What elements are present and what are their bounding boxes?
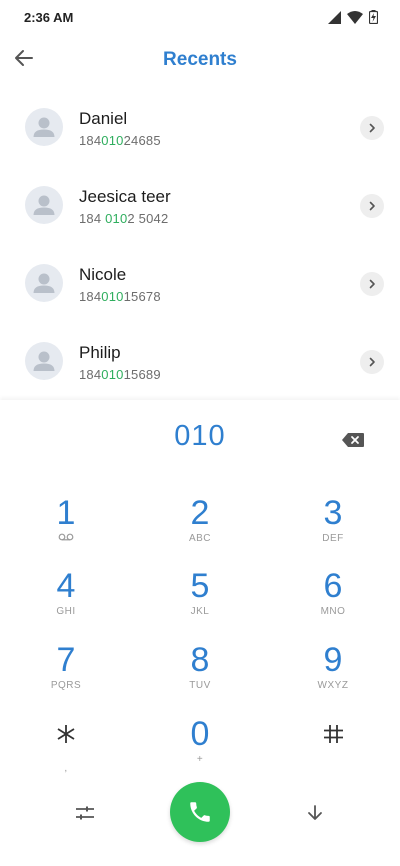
key-letters: WXYZ [317, 680, 349, 691]
contact-detail-button[interactable] [360, 272, 384, 296]
contact-number: 18401024685 [79, 133, 161, 148]
key-letters: + [196, 754, 204, 765]
number-match-highlight: 010 [101, 367, 124, 382]
contact-number: 18401015689 [79, 367, 161, 382]
number-match-highlight: 010 [101, 133, 124, 148]
person-icon [33, 117, 55, 137]
dialpad-key-9[interactable]: 9 WXYZ [283, 642, 383, 708]
contact-detail-button[interactable] [360, 194, 384, 218]
key-letters: TUV [189, 680, 211, 691]
dialpad-key-hash[interactable] [283, 716, 383, 782]
key-letters: PQRS [50, 680, 82, 691]
star-symbol [16, 716, 116, 761]
chevron-right-icon [369, 201, 375, 211]
number-match-highlight: 010 [101, 289, 124, 304]
avatar [25, 108, 63, 146]
key-letters: , [64, 763, 68, 774]
key-digit: 1 [56, 494, 76, 532]
key-digit: 6 [323, 567, 343, 605]
contact-row[interactable]: Philip 18401015689 [0, 322, 400, 400]
arrow-down-icon [308, 805, 322, 820]
contact-name: Philip [79, 343, 121, 362]
key-digit: 5 [190, 567, 210, 605]
contact-number: 18401015678 [79, 289, 161, 304]
contact-row[interactable]: Nicole 18401015678 [0, 244, 400, 322]
person-icon [33, 195, 55, 215]
dialpad-key-7[interactable]: 7 PQRS [16, 642, 116, 708]
chevron-right-icon [369, 357, 375, 367]
avatar [25, 186, 63, 224]
page-title: Recents [163, 49, 237, 70]
status-icons [328, 10, 379, 29]
dialpad-key-1[interactable]: 1 [16, 495, 116, 561]
key-digit: 8 [190, 641, 210, 679]
dialpad-key-4[interactable]: 4 GHI [16, 568, 116, 634]
chevron-right-icon [369, 123, 375, 133]
dialpad-options-button[interactable] [72, 802, 98, 824]
dialpad-key-0[interactable]: 0 + [150, 716, 250, 782]
dialpad-key-3[interactable]: 3 DEF [283, 495, 383, 561]
dialpad: 010 1 2 ABC 3 DEF 4 GHI 5 JKL 6 MNO 7 PQ… [0, 400, 400, 866]
backspace-button[interactable] [338, 430, 368, 450]
contact-detail-button[interactable] [360, 116, 384, 140]
contact-row[interactable]: Jeesica teer 184 0102 5042 [0, 166, 400, 244]
hash-symbol [283, 716, 383, 761]
person-icon [33, 351, 55, 371]
key-digit: 4 [56, 567, 76, 605]
key-letters: GHI [56, 606, 76, 617]
dialpad-key-8[interactable]: 8 TUV [150, 642, 250, 708]
hash-icon [324, 725, 343, 743]
call-button[interactable] [170, 782, 230, 842]
signal-icon [328, 10, 341, 29]
key-digit: 3 [323, 494, 343, 532]
status-bar: 2:36 AM [0, 0, 400, 36]
voicemail-icon [16, 533, 116, 545]
key-letters: ABC [188, 533, 212, 544]
contact-name: Daniel [79, 109, 128, 128]
contact-name: Nicole [79, 265, 127, 284]
wifi-icon [347, 10, 363, 29]
chevron-right-icon [369, 279, 375, 289]
contact-number: 184 0102 5042 [79, 211, 169, 226]
key-letters [283, 763, 383, 775]
key-letters: DEF [322, 533, 344, 544]
phone-icon [190, 802, 210, 822]
person-icon [33, 273, 55, 293]
number-match-highlight: 010 [105, 211, 128, 226]
key-digit: 7 [56, 641, 76, 679]
key-letters: JKL [190, 606, 210, 617]
avatar [25, 342, 63, 380]
asterisk-icon [57, 725, 75, 743]
battery-charging-icon [368, 10, 379, 29]
contact-list: Daniel 18401024685 Jeesica teer 184 0102… [0, 88, 400, 400]
dialpad-key-5[interactable]: 5 JKL [150, 568, 250, 634]
contact-name: Jeesica teer [79, 187, 171, 206]
key-digit: 0 [190, 715, 210, 753]
dialpad-key-6[interactable]: 6 MNO [283, 568, 383, 634]
key-digit: 2 [190, 494, 210, 532]
dialpad-key-star[interactable]: , [16, 716, 116, 782]
avatar [25, 264, 63, 302]
backspace-icon [342, 433, 364, 447]
key-digit: 9 [323, 641, 343, 679]
tune-icon [76, 806, 94, 820]
dialpad-key-2[interactable]: 2 ABC [150, 495, 250, 561]
contact-row[interactable]: Daniel 18401024685 [0, 88, 400, 166]
app-bar: Recents [0, 36, 400, 86]
status-time: 2:36 AM [24, 10, 74, 25]
key-letters: MNO [320, 606, 346, 617]
contact-detail-button[interactable] [360, 350, 384, 374]
collapse-dialpad-button[interactable] [303, 802, 327, 824]
